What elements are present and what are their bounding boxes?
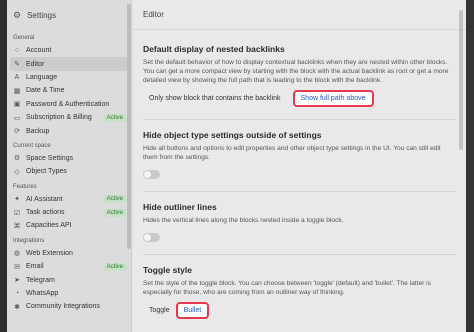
sidebar-title: Settings — [27, 10, 56, 20]
language-icon: A — [14, 73, 20, 81]
section-title: Hide outliner lines — [143, 202, 217, 212]
calendar-icon: ▦ — [13, 87, 21, 95]
hide-object-type-settings-toggle[interactable] — [143, 170, 160, 179]
whatsapp-icon: ◔ — [14, 290, 20, 298]
sidebar-item-label: Community Integrations — [26, 303, 100, 311]
sidebar-item-label: Web Extension — [26, 249, 73, 257]
main-scrollbar[interactable] — [459, 10, 463, 150]
status-badge: Active — [102, 208, 127, 217]
task-icon: ☑ — [13, 209, 21, 217]
globe-icon: ◍ — [13, 250, 21, 258]
section-hide-object-type-settings: Hide object type settings outside of set… — [133, 130, 466, 179]
sidebar-item-task-actions[interactable]: ☑ Task actions Active — [7, 206, 131, 219]
editor-settings-panel: Editor Default display of nested backlin… — [133, 0, 466, 332]
sidebar-item-label: Subscription & Billing — [26, 114, 92, 122]
gear-icon: ⚙ — [13, 155, 21, 163]
sidebar-scrollbar[interactable] — [127, 4, 131, 249]
api-icon: ⌘ — [13, 222, 21, 230]
divider — [143, 254, 456, 255]
backup-icon: ⟳ — [14, 128, 20, 136]
section-toggle-style: Toggle style Set the style of the toggle… — [133, 265, 466, 319]
section-description: Set the style of the toggle block. You c… — [143, 280, 431, 296]
option-bullet[interactable]: Bullet — [175, 302, 210, 319]
sidebar-item-backup[interactable]: ⟳ Backup — [7, 124, 131, 137]
sidebar-item-label: Object Types — [26, 168, 67, 176]
sidebar-item-password-authentication[interactable]: ▣ Password & Authentication — [7, 98, 131, 111]
sidebar-item-label: WhatsApp — [26, 290, 59, 298]
lock-icon: ▣ — [13, 101, 21, 109]
card-icon: ▭ — [13, 114, 21, 122]
editor-icon: ✎ — [14, 61, 20, 69]
sidebar-item-label: Password & Authentication — [26, 100, 110, 108]
sidebar-item-subscription-billing[interactable]: ▭ Subscription & Billing Active — [7, 111, 131, 124]
sidebar-item-label: Editor — [26, 60, 45, 68]
toggle-style-options: Toggle Bullet — [143, 302, 456, 319]
divider — [143, 119, 456, 120]
sidebar-item-date-time[interactable]: ▦ Date & Time — [7, 84, 131, 97]
user-icon: ○ — [14, 47, 20, 55]
sidebar-item-label: Telegram — [26, 276, 55, 284]
sidebar-header: ⚙ Settings — [7, 0, 131, 30]
community-icon: ✱ — [14, 303, 20, 311]
sidebar-item-whatsapp[interactable]: ◔ WhatsApp — [7, 287, 131, 300]
sidebar-item-label: Email — [26, 263, 44, 271]
hide-outliner-lines-toggle[interactable] — [143, 233, 160, 242]
section-description: Hide all buttons and options to edit pro… — [143, 145, 441, 161]
sidebar-item-community-integrations[interactable]: ✱ Community Integrations — [7, 300, 131, 313]
sidebar-item-telegram[interactable]: ➤ Telegram — [7, 273, 131, 286]
option-block-only[interactable]: Only show block that contains the backli… — [143, 92, 287, 105]
section-title: Default display of nested backlinks — [143, 44, 285, 54]
section-title: Toggle style — [143, 265, 192, 275]
sidebar-item-account[interactable]: ○ Account — [7, 44, 131, 57]
sidebar-item-capacities-api[interactable]: ⌘ Capacities API — [7, 219, 131, 232]
sidebar-item-label: AI Assistant — [26, 195, 63, 203]
status-badge: Active — [102, 262, 127, 271]
section-description: Set the default behavior of how to displ… — [143, 59, 449, 84]
settings-sidebar: ⚙ Settings General ○ Account ✎ Editor A Langua… — [7, 0, 132, 332]
section-title: Hide object type settings outside of set… — [143, 130, 322, 140]
divider — [143, 191, 456, 192]
gear-icon: ⚙ — [13, 9, 22, 20]
backlink-display-options: Only show block that contains the backli… — [143, 90, 456, 107]
settings-window: ⚙ Settings General ○ Account ✎ Editor A Langua… — [7, 0, 466, 332]
sidebar-item-label: Backup — [26, 127, 50, 135]
page-title: Editor — [133, 0, 466, 30]
section-nested-backlinks: Default display of nested backlinks Set … — [133, 44, 466, 107]
telegram-icon: ➤ — [14, 277, 20, 285]
option-toggle[interactable]: Toggle — [143, 304, 170, 317]
option-full-path[interactable]: Show full path above — [292, 90, 374, 107]
background-right — [466, 0, 474, 332]
cube-icon: ◇ — [14, 168, 20, 176]
email-icon: ✉ — [14, 263, 20, 271]
sidebar-item-label: Date & Time — [26, 87, 65, 95]
sidebar-section-label: Current space — [13, 142, 51, 149]
sidebar-section-label: Features — [13, 183, 37, 190]
ai-icon: ✦ — [14, 196, 20, 204]
section-hide-outliner-lines: Hide outliner lines Hides the vertical l… — [133, 202, 466, 242]
sidebar-item-email[interactable]: ✉ Email Active — [7, 260, 131, 273]
sidebar-section-label: General — [13, 35, 35, 41]
background-left — [0, 0, 7, 332]
sidebar-item-object-types[interactable]: ◇ Object Types — [7, 165, 131, 178]
sidebar-item-space-settings[interactable]: ⚙ Space Settings — [7, 152, 131, 165]
sidebar-item-label: Space Settings — [26, 154, 74, 162]
sidebar-section-label: Integrations — [13, 237, 45, 244]
status-badge: Active — [102, 195, 127, 204]
sidebar-item-language[interactable]: A Language — [7, 71, 131, 84]
sidebar-item-label: Language — [26, 73, 58, 81]
sidebar-item-label: Account — [26, 47, 52, 55]
sidebar-item-ai-assistant[interactable]: ✦ AI Assistant Active — [7, 193, 131, 206]
sidebar-item-web-extension[interactable]: ◍ Web Extension — [7, 247, 131, 260]
sidebar-item-label: Capacities API — [26, 222, 72, 230]
status-badge: Active — [102, 113, 127, 122]
sidebar-item-editor[interactable]: ✎ Editor — [10, 57, 128, 71]
section-description: Hides the vertical lines along the block… — [143, 217, 344, 224]
sidebar-item-label: Task actions — [26, 209, 65, 217]
